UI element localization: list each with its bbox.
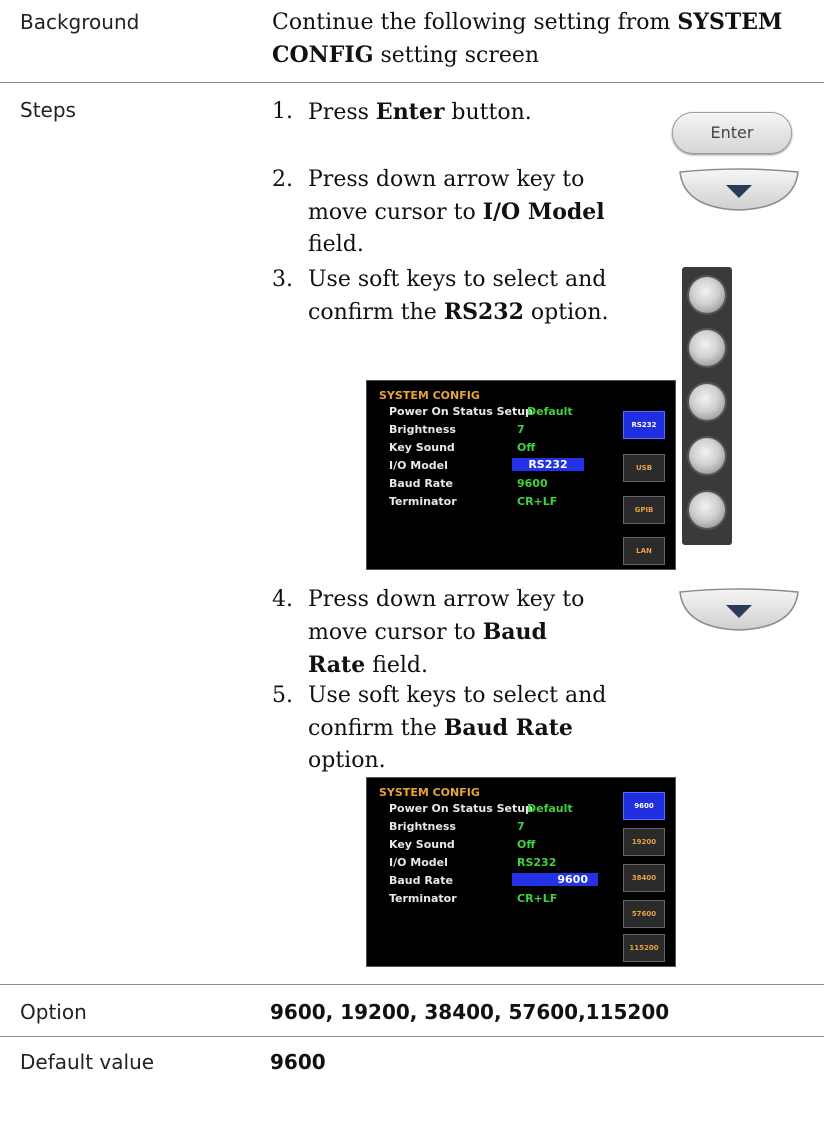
row-value-terminator: CR+LF [517, 495, 558, 508]
row-label-io-model-2: I/O Model [389, 856, 448, 869]
step-3-post: option. [523, 300, 609, 325]
option-value: 9600, 19200, 38400, 57600,115200 [270, 1000, 670, 1024]
row-value-key-sound-2: Off [517, 838, 536, 851]
soft-key-5[interactable] [689, 492, 725, 528]
row-label-key-sound: Key Sound [389, 441, 455, 454]
softkey-label-57600[interactable]: 57600 [623, 900, 665, 928]
row-label-io-model: I/O Model [389, 459, 448, 472]
soft-keys-panel [682, 267, 732, 545]
divider-default [0, 1036, 824, 1037]
softkey-label-usb[interactable]: USB [623, 454, 665, 482]
system-config-screen-io-model: SYSTEM CONFIG Power On Status Setup Defa… [366, 380, 676, 570]
step-2-number: 2. [272, 167, 293, 192]
divider-background [0, 82, 824, 83]
step-2-bold: I/O Model [482, 199, 605, 225]
row-value-baud-rate: 9600 [517, 477, 548, 490]
softkey-label-9600[interactable]: 9600 [623, 792, 665, 820]
row-value-power-on-2: Default [527, 802, 573, 815]
enter-button[interactable]: Enter [672, 112, 792, 154]
row-label-baud-rate: Baud Rate [389, 477, 453, 490]
background-text-suffix: setting screen [373, 43, 540, 68]
default-value-label: Default value [20, 1050, 155, 1074]
row-label-power-on-2: Power On Status Setup [389, 802, 533, 815]
row-label-terminator: Terminator [389, 495, 457, 508]
soft-key-3[interactable] [689, 384, 725, 420]
down-arrow-key-icon-2[interactable] [676, 588, 802, 632]
option-label: Option [20, 1000, 87, 1024]
background-text-prefix: Continue the following setting from [272, 10, 678, 35]
row-label-key-sound-2: Key Sound [389, 838, 455, 851]
row-label-brightness: Brightness [389, 423, 456, 436]
background-label: Background [20, 10, 140, 34]
row-label-terminator-2: Terminator [389, 892, 457, 905]
step-3-text: Use soft keys to select and confirm the … [308, 264, 648, 329]
row-value-key-sound: Off [517, 441, 536, 454]
row-value-terminator-2: CR+LF [517, 892, 558, 905]
row-label-brightness-2: Brightness [389, 820, 456, 833]
softkey-label-115200[interactable]: 115200 [623, 934, 665, 962]
default-value-value: 9600 [270, 1050, 326, 1074]
system-config-screen-baud-rate: SYSTEM CONFIG Power On Status Setup Defa… [366, 777, 676, 967]
row-value-io-model[interactable]: RS232 [512, 458, 584, 471]
step-4-post: field. [365, 653, 429, 678]
softkey-label-38400[interactable]: 38400 [623, 864, 665, 892]
step-5-number: 5. [272, 683, 293, 708]
softkey-label-19200[interactable]: 19200 [623, 828, 665, 856]
soft-key-1[interactable] [689, 277, 725, 313]
softkey-label-lan[interactable]: LAN [623, 537, 665, 565]
step-1-post: button. [444, 100, 532, 125]
step-3-bold: RS232 [443, 299, 524, 325]
softkey-label-rs232[interactable]: RS232 [623, 411, 665, 439]
soft-key-4[interactable] [689, 438, 725, 474]
step-2-text: Press down arrow key to move cursor to I… [308, 164, 608, 261]
step-1-text: Press Enter button. [308, 96, 648, 129]
step-5-bold: Baud Rate [443, 715, 573, 741]
step-1-pre: Press [308, 100, 376, 125]
row-value-brightness-2: 7 [517, 820, 525, 833]
row-label-baud-rate-2: Baud Rate [389, 874, 453, 887]
row-value-baud-rate-2[interactable]: 9600 [512, 873, 598, 886]
screen-title-2: SYSTEM CONFIG [379, 786, 480, 799]
step-1-number: 1. [272, 99, 293, 124]
step-5-post: option. [308, 748, 386, 773]
step-4-number: 4. [272, 587, 293, 612]
step-1-bold: Enter [375, 99, 445, 125]
soft-key-2[interactable] [689, 330, 725, 366]
step-4-text: Press down arrow key to move cursor to B… [308, 584, 608, 682]
softkey-label-gpib[interactable]: GPIB [623, 496, 665, 524]
step-2-post: field. [308, 232, 364, 257]
divider-option [0, 984, 824, 985]
steps-label: Steps [20, 98, 76, 122]
down-arrow-key-icon[interactable] [676, 168, 802, 212]
row-label-power-on: Power On Status Setup [389, 405, 533, 418]
row-value-io-model-2: RS232 [517, 856, 557, 869]
step-3-number: 3. [272, 267, 293, 292]
row-value-brightness: 7 [517, 423, 525, 436]
screen-title: SYSTEM CONFIG [379, 389, 480, 402]
row-value-power-on: Default [527, 405, 573, 418]
step-5-text: Use soft keys to select and confirm the … [308, 680, 648, 777]
background-text: Continue the following setting from SYST… [272, 6, 792, 72]
